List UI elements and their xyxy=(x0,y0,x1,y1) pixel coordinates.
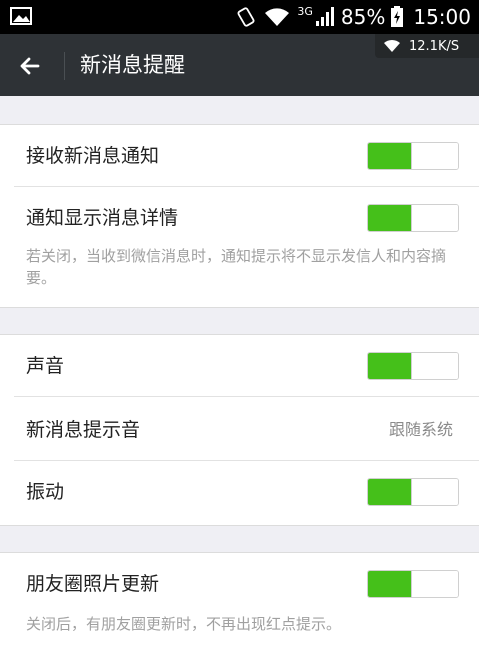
vibrate-label: 振动 xyxy=(26,481,65,503)
vibrate-toggle[interactable] xyxy=(367,478,459,506)
status-bar: 3G 85% 15:00 xyxy=(0,0,479,34)
signal-icon xyxy=(315,7,334,26)
sound-label: 声音 xyxy=(26,355,65,377)
moments-label: 朋友圈照片更新 xyxy=(26,573,160,595)
wifi-icon xyxy=(265,8,290,26)
net-speed-badge: 12.1K/S xyxy=(375,34,479,58)
receive-notify-toggle[interactable] xyxy=(367,142,459,170)
show-detail-description: 若关闭，当收到微信消息时，通知提示将不显示发信人和内容摘要。 xyxy=(26,247,447,287)
rotation-icon xyxy=(237,7,255,27)
gallery-notification-icon xyxy=(10,7,32,25)
sound-group: 声音 新消息提示音 跟随系统 振动 xyxy=(0,334,479,526)
battery-percent: 85% xyxy=(340,5,386,29)
notify-tone-row[interactable]: 新消息提示音 跟随系统 xyxy=(0,397,479,461)
net-speed-text: 12.1K/S xyxy=(409,38,460,54)
back-arrow-icon[interactable] xyxy=(14,50,46,82)
receive-notify-row[interactable]: 接收新消息通知 xyxy=(0,125,479,187)
show-detail-label: 通知显示消息详情 xyxy=(26,207,179,229)
moments-description: 关闭后，有朋友圈更新时，不再出现红点提示。 xyxy=(26,615,342,633)
title-divider xyxy=(64,52,65,80)
sound-toggle[interactable] xyxy=(367,352,459,380)
sound-row[interactable]: 声音 xyxy=(0,335,479,397)
notification-group: 接收新消息通知 通知显示消息详情 若关闭，当收到微信消息时，通知提示将不显示发信… xyxy=(0,124,479,308)
notify-tone-label: 新消息提示音 xyxy=(26,419,141,441)
wifi-icon xyxy=(384,39,400,52)
vibrate-row[interactable]: 振动 xyxy=(0,461,479,525)
moments-group: 朋友圈照片更新 关闭后，有朋友圈更新时，不再出现红点提示。 xyxy=(0,552,479,667)
show-detail-toggle[interactable] xyxy=(367,204,459,232)
receive-notify-label: 接收新消息通知 xyxy=(26,145,160,167)
clock: 15:00 xyxy=(413,5,471,29)
network-type: 3G xyxy=(297,4,313,18)
notify-tone-value: 跟随系统 xyxy=(388,420,453,439)
show-detail-row[interactable]: 通知显示消息详情 若关闭，当收到微信消息时，通知提示将不显示发信人和内容摘要。 xyxy=(0,187,479,307)
page-title: 新消息提醒 xyxy=(80,53,185,77)
battery-charging-icon xyxy=(391,6,404,27)
moments-toggle[interactable] xyxy=(367,570,459,598)
moments-row[interactable]: 朋友圈照片更新 关闭后，有朋友圈更新时，不再出现红点提示。 xyxy=(0,553,479,667)
